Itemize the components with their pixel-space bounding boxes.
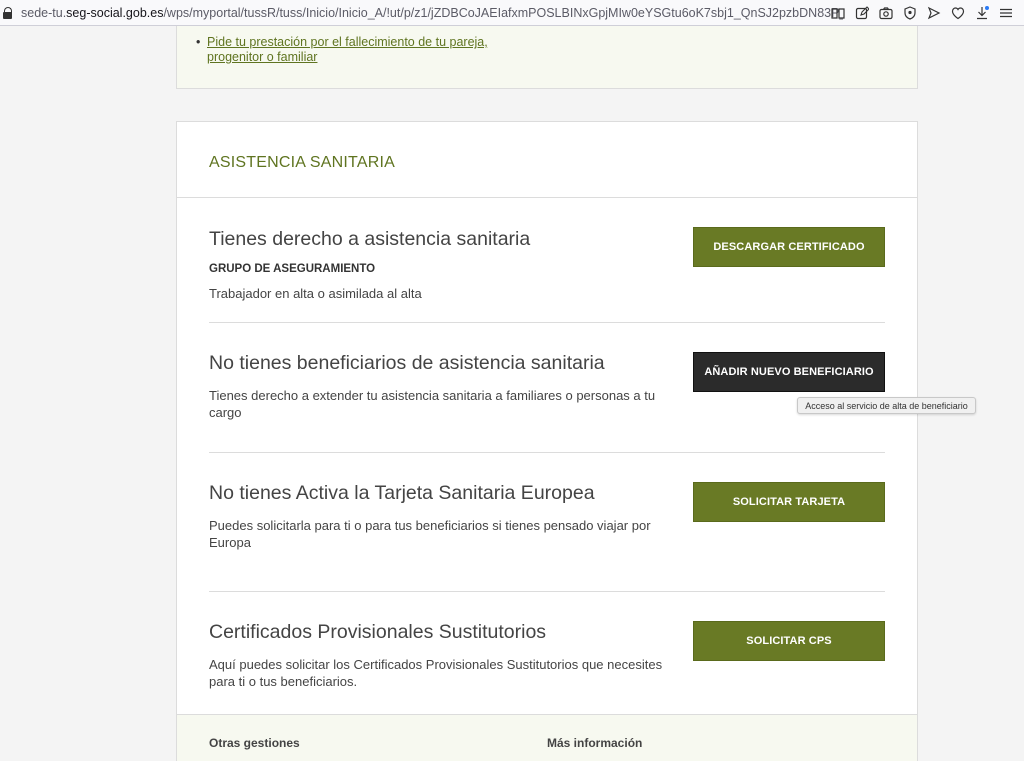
mas-informacion-heading: Más información bbox=[547, 736, 643, 750]
divider bbox=[209, 591, 885, 592]
divider bbox=[209, 322, 885, 323]
bullet-dot: • bbox=[196, 35, 201, 49]
card-footer: Otras gestiones Más información bbox=[177, 714, 917, 761]
solicitar-cps-button[interactable]: SOLICITAR CPS bbox=[693, 621, 885, 661]
block-description: Trabajador en alta o asimilada al alta bbox=[209, 286, 422, 301]
block-tarjeta-europea: No tienes Activa la Tarjeta Sanitaria Eu… bbox=[209, 482, 885, 551]
url-path: /wps/myportal/tussR/tuss/Inicio/Inicio_A… bbox=[163, 5, 843, 20]
edit-icon[interactable] bbox=[850, 3, 874, 23]
menu-icon[interactable] bbox=[994, 3, 1018, 23]
section-title: ASISTENCIA SANITARIA bbox=[209, 154, 395, 171]
url-prefix: sede-tu. bbox=[21, 5, 67, 20]
send-icon[interactable] bbox=[922, 3, 946, 23]
heart-icon[interactable] bbox=[946, 3, 970, 23]
download-icon[interactable] bbox=[970, 3, 994, 23]
shield-icon[interactable] bbox=[898, 3, 922, 23]
solicitar-tarjeta-button[interactable]: SOLICITAR TARJETA bbox=[693, 482, 885, 522]
url-text[interactable]: sede-tu.seg-social.gob.es/wps/myportal/t… bbox=[21, 6, 843, 20]
block-beneficiarios: No tienes beneficiarios de asistencia sa… bbox=[209, 352, 885, 421]
block-description: Tienes derecho a extender tu asistencia … bbox=[209, 388, 656, 420]
block-certificados-provisionales: Certificados Provisionales Sustitutorios… bbox=[209, 621, 885, 690]
screenshot-icon[interactable] bbox=[874, 3, 898, 23]
reader-icon[interactable] bbox=[826, 3, 850, 23]
block-asistencia: Tienes derecho a asistencia sanitaria GR… bbox=[209, 227, 885, 302]
fallecimiento-link[interactable]: Pide tu prestación por el fallecimiento … bbox=[207, 35, 507, 65]
descargar-certificado-button[interactable]: DESCARGAR CERTIFICADO bbox=[693, 227, 885, 267]
block-description: Aquí puedes solicitar los Certificados P… bbox=[209, 657, 663, 689]
bullet-list-item: • Pide tu prestación por el fallecimient… bbox=[196, 35, 507, 65]
otras-gestiones-heading: Otras gestiones bbox=[209, 736, 300, 750]
anadir-beneficiario-button[interactable]: AÑADIR NUEVO BENEFICIARIO bbox=[693, 352, 885, 392]
browser-toolbar bbox=[826, 3, 1018, 23]
url-host: seg-social.gob.es bbox=[66, 5, 164, 20]
divider bbox=[209, 452, 885, 453]
beneficiario-tooltip: Acceso al servicio de alta de beneficiar… bbox=[797, 397, 976, 414]
block-description: Puedes solicitarla para ti o para tus be… bbox=[209, 518, 651, 550]
previous-section-card: • Pide tu prestación por el fallecimient… bbox=[176, 26, 918, 89]
lock-icon bbox=[3, 0, 17, 26]
card-header: ASISTENCIA SANITARIA bbox=[177, 122, 917, 198]
asistencia-sanitaria-card: ASISTENCIA SANITARIA Tienes derecho a as… bbox=[176, 121, 918, 761]
browser-url-bar[interactable]: sede-tu.seg-social.gob.es/wps/myportal/t… bbox=[0, 0, 1024, 26]
